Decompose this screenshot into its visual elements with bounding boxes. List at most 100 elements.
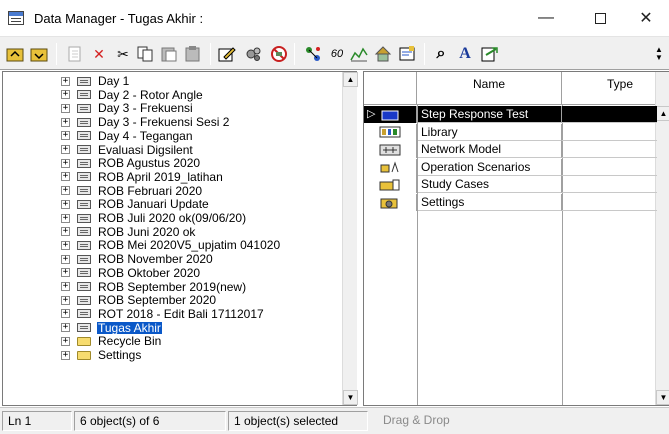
- expand-icon[interactable]: +: [61, 199, 70, 209]
- list-scroll-down-button[interactable]: ▼: [656, 390, 669, 405]
- export-button[interactable]: [480, 45, 498, 63]
- tree-item[interactable]: + ROB Oktober 2020: [3, 267, 339, 279]
- tree-item[interactable]: + Day 3 - Frekuensi Sesi 2: [3, 116, 339, 128]
- expand-icon[interactable]: +: [61, 268, 70, 278]
- house-button[interactable]: [374, 45, 392, 63]
- settings-folder-icon: [379, 197, 401, 209]
- tree-item[interactable]: + Day 1: [3, 75, 339, 87]
- expand-icon[interactable]: +: [61, 254, 70, 264]
- tree-item[interactable]: + Settings: [3, 349, 339, 361]
- edit-object-button[interactable]: [218, 45, 236, 63]
- expand-icon[interactable]: +: [61, 172, 70, 182]
- disable-button[interactable]: [270, 45, 288, 63]
- tree-scroll-up-button[interactable]: ▲: [343, 72, 358, 87]
- cut-button[interactable]: ✂: [114, 45, 132, 63]
- expand-icon[interactable]: +: [61, 103, 70, 113]
- tree-item[interactable]: + Day 2 - Rotor Angle: [3, 89, 339, 101]
- project-icon: [77, 199, 91, 209]
- folder-up-button[interactable]: [30, 45, 48, 63]
- expand-icon[interactable]: +: [61, 323, 70, 333]
- minimize-button[interactable]: —: [523, 0, 569, 36]
- project-icon: [77, 186, 91, 196]
- expand-icon[interactable]: +: [61, 76, 70, 86]
- tree-item[interactable]: + ROB Juni 2020 ok: [3, 226, 339, 238]
- list-scroll-up-button[interactable]: ▲: [656, 106, 669, 121]
- new-object-button[interactable]: [66, 45, 84, 63]
- column-header-name[interactable]: Name: [417, 72, 562, 105]
- font-button[interactable]: A: [456, 45, 474, 63]
- expand-icon[interactable]: +: [61, 158, 70, 168]
- window-title: Data Manager - Tugas Akhir :: [34, 10, 204, 26]
- list-vertical-scrollbar[interactable]: ▲ ▼: [655, 72, 669, 405]
- expand-icon[interactable]: +: [61, 90, 70, 100]
- column-header-type[interactable]: Type: [562, 72, 657, 105]
- project-icon: [77, 145, 91, 154]
- list-row[interactable]: ▷ Step Response Test: [364, 106, 657, 123]
- expand-icon[interactable]: +: [61, 309, 70, 319]
- project-tree[interactable]: ▲ ▼ + Day 1 + Day 2 - Rotor Angle + Day 3 - F…: [2, 71, 358, 406]
- find-button[interactable]: ⌕: [432, 45, 450, 63]
- tree-vertical-scrollbar[interactable]: ▲ ▼: [342, 72, 358, 405]
- scroll-down-icon: ▼: [659, 393, 668, 402]
- tree-item[interactable]: + ROB Februari 2020: [3, 185, 339, 197]
- close-button[interactable]: ✕: [623, 0, 669, 36]
- list-row-type: [562, 141, 657, 159]
- paste-special-button[interactable]: [184, 45, 202, 63]
- expand-icon[interactable]: +: [61, 186, 70, 196]
- column-header-icon[interactable]: [364, 72, 417, 105]
- list-row[interactable]: Network Model: [364, 141, 657, 159]
- maximize-button[interactable]: [577, 0, 623, 36]
- expand-icon[interactable]: +: [61, 117, 70, 127]
- network-button[interactable]: [304, 45, 322, 63]
- scroll-up-icon: ▲: [659, 109, 668, 118]
- notes-icon: [399, 46, 415, 61]
- tree-item[interactable]: + ROB November 2020: [3, 253, 339, 265]
- notes-button[interactable]: [398, 45, 416, 63]
- expand-icon[interactable]: +: [61, 227, 70, 237]
- object-list[interactable]: Name Type ▲ ▼ ▷ Step Response Test Library…: [363, 71, 669, 406]
- delete-button[interactable]: ✕: [90, 45, 108, 63]
- list-row-type: [562, 124, 657, 141]
- tree-item-label: Day 3 - Frekuensi Sesi 2: [98, 115, 230, 130]
- tree-item[interactable]: + ROB September 2019(new): [3, 281, 339, 293]
- tree-scroll-down-button[interactable]: ▼: [343, 390, 358, 405]
- expand-icon[interactable]: +: [61, 336, 70, 346]
- list-row[interactable]: Study Cases: [364, 176, 657, 194]
- list-row[interactable]: Settings: [364, 194, 657, 211]
- tree-item[interactable]: + ROT 2018 - Edit Bali 17112017: [3, 308, 339, 320]
- list-row-name: Step Response Test: [418, 106, 562, 123]
- expand-icon[interactable]: +: [61, 282, 70, 291]
- expand-icon[interactable]: +: [61, 145, 70, 154]
- expand-icon[interactable]: +: [61, 213, 70, 223]
- tree-item[interactable]: + Evaluasi Digsilent: [3, 144, 339, 156]
- graphic-button[interactable]: [350, 45, 368, 63]
- expand-icon[interactable]: +: [61, 240, 70, 250]
- toolbar-overflow-button[interactable]: ▲ ▼: [652, 45, 666, 63]
- tree-item[interactable]: + ROB Agustus 2020: [3, 157, 339, 169]
- link-icon: 60: [330, 48, 344, 60]
- list-row[interactable]: Operation Scenarios: [364, 158, 657, 176]
- tree-item[interactable]: + Recycle Bin: [3, 335, 339, 347]
- tree-item[interactable]: + ROB April 2019_latihan: [3, 171, 339, 183]
- settings-button[interactable]: [244, 45, 262, 63]
- paste-button[interactable]: [160, 45, 178, 63]
- up-folder-button[interactable]: [6, 45, 24, 63]
- link-button[interactable]: 60: [328, 45, 346, 63]
- expand-icon[interactable]: +: [61, 131, 70, 141]
- toolbar-separator: [294, 43, 295, 65]
- tree-item[interactable]: + ROB Juli 2020 ok(09/06/20): [3, 212, 339, 224]
- list-row[interactable]: Library: [364, 123, 657, 141]
- tree-item[interactable]: + ROB Januari Update: [3, 198, 339, 210]
- project-icon: [77, 103, 91, 113]
- expand-icon[interactable]: +: [61, 295, 70, 305]
- copy-button[interactable]: [136, 45, 154, 63]
- toolbar-separator: [424, 43, 425, 65]
- expand-icon[interactable]: +: [61, 350, 70, 360]
- tree-item[interactable]: + Tugas Akhir: [3, 321, 339, 334]
- tree-item[interactable]: + ROB September 2020: [3, 294, 339, 306]
- list-row-icon-cell: [364, 176, 417, 194]
- tree-item[interactable]: + ROB Mei 2020V5_upjatim 041020: [3, 239, 339, 251]
- tree-item[interactable]: + Day 4 - Tegangan: [3, 130, 339, 142]
- project-icon: [77, 268, 91, 278]
- tree-item[interactable]: + Day 3 - Frekuensi: [3, 102, 339, 114]
